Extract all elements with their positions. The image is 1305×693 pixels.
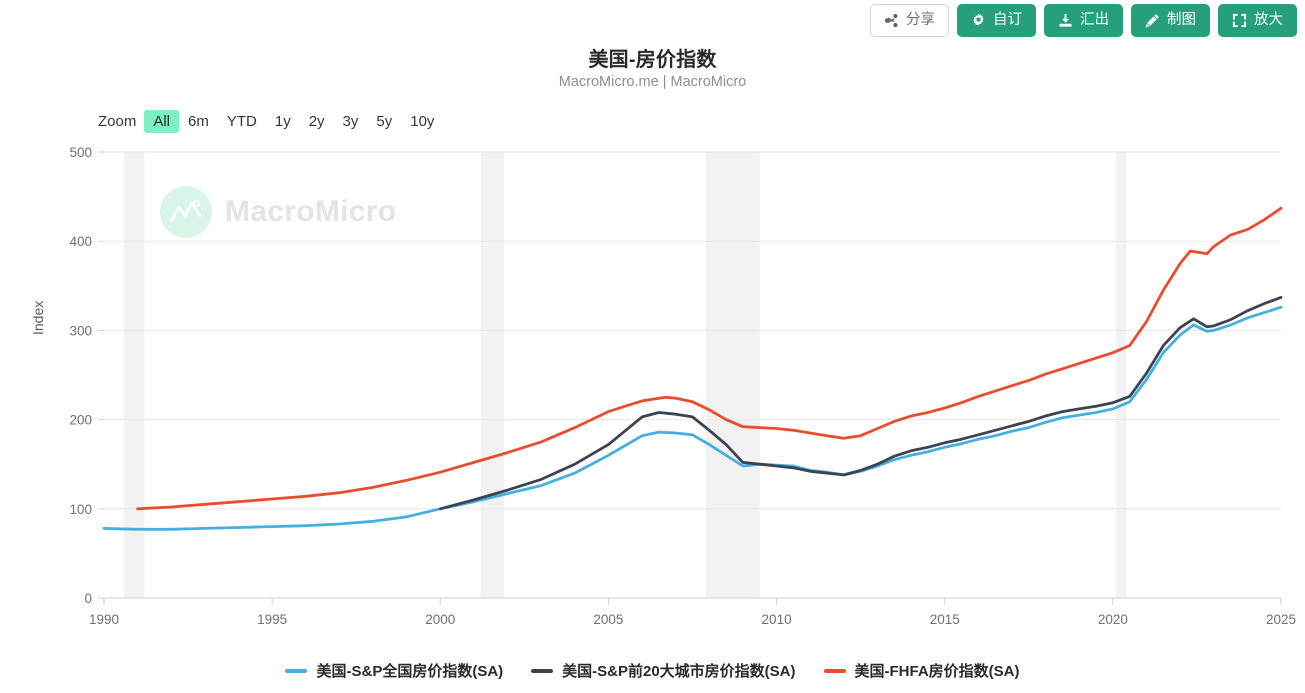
zoom-option-1y[interactable]: 1y <box>266 110 300 133</box>
recession-band <box>705 152 760 598</box>
fullscreen-button[interactable]: 放大 <box>1218 4 1297 37</box>
page-title: 美国-房价指数 <box>588 49 717 71</box>
recession-band <box>1116 152 1127 598</box>
legend-label-sp-20city: 美国-S&P前20大城市房价指数(SA) <box>562 663 796 680</box>
x-tick-label: 2005 <box>593 612 623 627</box>
chart-toolbar: 分享 自订 汇出 制图 放大 <box>870 4 1297 37</box>
chart-plot-area: 0 100 200 300 400 500 1990 1995 2000 2005 2010 2015… <box>0 140 1305 640</box>
x-tick-label: 2020 <box>1098 612 1128 627</box>
download-icon <box>1058 13 1073 28</box>
chart-page: 分享 自订 汇出 制图 放大 美国-房价指数 MacroMicro.me | M… <box>0 0 1305 693</box>
customize-button[interactable]: 自订 <box>957 4 1036 37</box>
zoom-option-10y[interactable]: 10y <box>401 110 443 133</box>
share-icon <box>884 13 899 28</box>
x-tick-label: 2010 <box>762 612 792 627</box>
draw-button[interactable]: 制图 <box>1131 4 1210 37</box>
legend-swatch-red <box>823 668 846 673</box>
legend-swatch-blue <box>285 668 308 673</box>
x-tick-label: 1990 <box>89 612 119 627</box>
legend-swatch-dark <box>531 668 554 673</box>
recession-band <box>124 152 145 598</box>
x-tick-label: 2015 <box>930 612 960 627</box>
gear-icon <box>971 13 986 28</box>
fullscreen-button-label: 放大 <box>1254 12 1283 29</box>
line-chart-svg: 0 100 200 300 400 500 1990 1995 2000 2005 2010 2015… <box>69 145 1296 627</box>
legend-label-sp-national: 美国-S&P全国房价指数(SA) <box>316 663 504 680</box>
export-button-label: 汇出 <box>1080 12 1109 29</box>
customize-button-label: 自订 <box>993 12 1022 29</box>
page-subtitle: MacroMicro.me | MacroMicro <box>558 74 747 90</box>
zoom-option-2y[interactable]: 2y <box>300 110 334 133</box>
expand-icon <box>1232 13 1247 28</box>
x-tick-label: 2000 <box>425 612 455 627</box>
y-tick-label: 0 <box>84 591 92 606</box>
y-tick-label: 100 <box>69 502 92 517</box>
share-button-label: 分享 <box>906 12 935 29</box>
legend-item-sp-national[interactable]: 美国-S&P全国房价指数(SA) <box>285 660 503 681</box>
share-button[interactable]: 分享 <box>870 4 949 37</box>
legend-label-fhfa: 美国-FHFA房价指数(SA) <box>854 663 1020 680</box>
zoom-option-3y[interactable]: 3y <box>334 110 368 133</box>
export-button[interactable]: 汇出 <box>1044 4 1123 37</box>
zoom-option-all[interactable]: All <box>144 110 180 133</box>
chart-legend: 美国-S&P全国房价指数(SA) 美国-S&P前20大城市房价指数(SA) 美国… <box>0 660 1305 681</box>
draw-button-label: 制图 <box>1167 12 1196 29</box>
y-tick-label: 200 <box>69 413 92 428</box>
zoom-option-ytd[interactable]: YTD <box>218 110 266 133</box>
y-tick-label: 400 <box>69 234 92 249</box>
legend-item-fhfa[interactable]: 美国-FHFA房价指数(SA) <box>823 660 1020 681</box>
recession-band <box>480 152 505 598</box>
zoom-range-selector: Zoom All 6m YTD 1y 2y 3y 5y 10y <box>98 110 443 133</box>
zoom-option-6m[interactable]: 6m <box>179 110 218 133</box>
pencil-icon <box>1145 13 1160 28</box>
x-tick-label: 1995 <box>257 612 287 627</box>
zoom-option-5y[interactable]: 5y <box>367 110 401 133</box>
y-tick-label: 500 <box>69 145 92 160</box>
x-tick-label: 2025 <box>1266 612 1296 627</box>
y-tick-label: 300 <box>69 323 92 338</box>
zoom-label: Zoom <box>98 113 137 130</box>
legend-item-sp-20city[interactable]: 美国-S&P前20大城市房价指数(SA) <box>531 660 796 681</box>
